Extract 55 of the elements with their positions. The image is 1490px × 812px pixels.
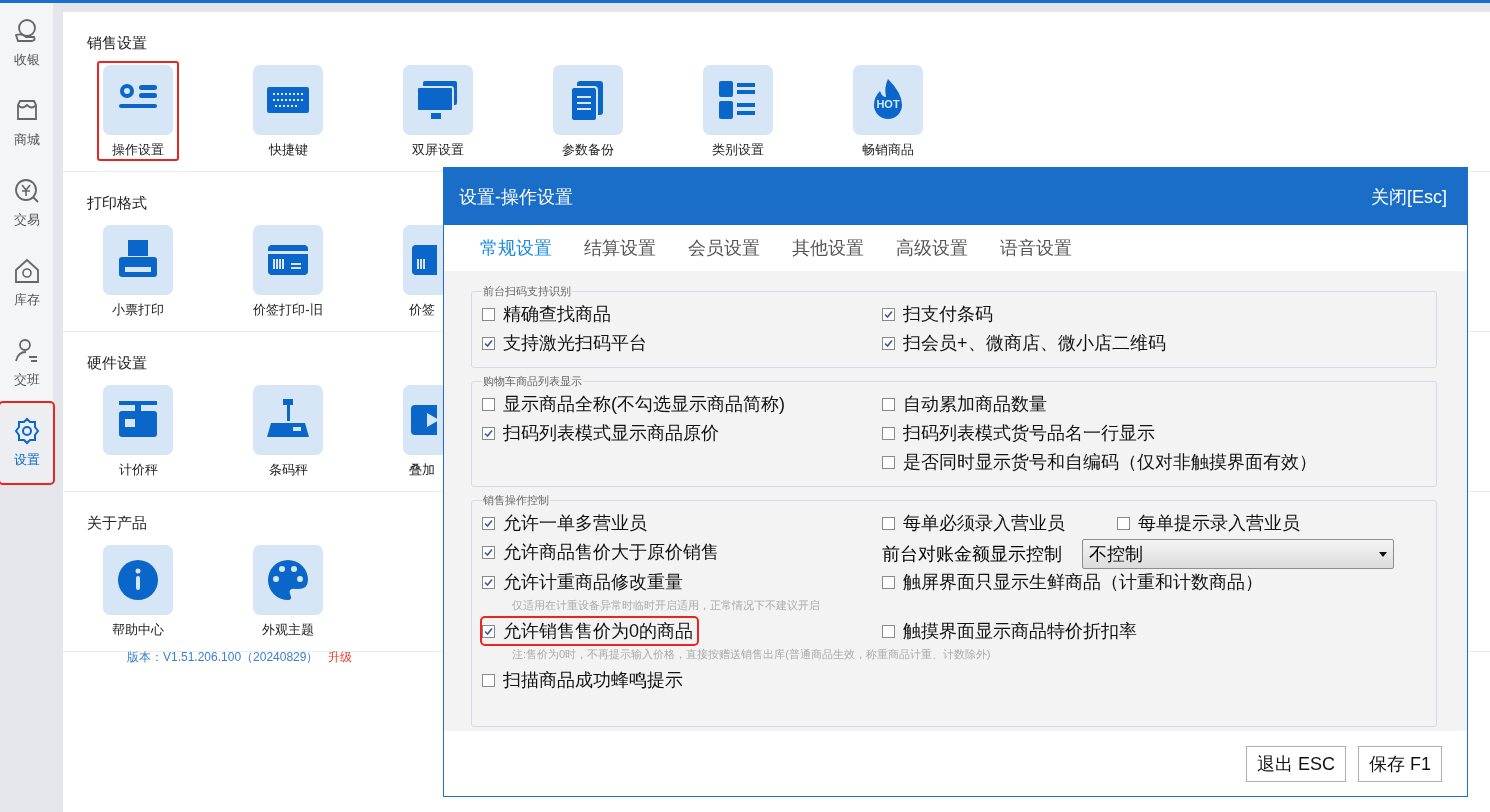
- check-icon: [484, 626, 493, 636]
- checkbox-option[interactable]: 触摸界面显示商品特价折扣率: [882, 618, 1141, 644]
- checkbox-option[interactable]: 自动累加商品数量: [882, 391, 1051, 417]
- checkbox-option[interactable]: 支持激光扫码平台: [482, 330, 651, 356]
- check-icon: [884, 338, 893, 348]
- check-icon: [484, 518, 493, 528]
- checkbox-option[interactable]: 扫描商品成功蜂鸣提示: [482, 667, 687, 693]
- sidebar-item[interactable]: 设置: [0, 403, 53, 483]
- tab[interactable]: 结算设置: [580, 236, 660, 260]
- checkbox-option[interactable]: 每单必须录入营业员: [882, 510, 1069, 536]
- hint-text: 注:售价为0时，不再提示输入价格，直接按赠送销售出库(普通商品生效，称重商品计重、计数除外): [512, 647, 991, 661]
- tile-icon: [411, 245, 437, 275]
- tab[interactable]: 高级设置: [892, 236, 972, 260]
- yuan-search-icon: [12, 177, 41, 205]
- checkbox-option[interactable]: 扫会员+、微商店、微小店二维码: [882, 330, 1170, 356]
- checkbox-option[interactable]: 是否同时显示货号和自编码（仅对非触摸界面有效）: [882, 449, 1321, 475]
- check-icon: [484, 428, 493, 438]
- version-text: 版本：V1.51.206.100（20240829）: [127, 649, 319, 666]
- checkbox-option[interactable]: 允许商品售价大于原价销售: [482, 539, 723, 565]
- checkbox-option[interactable]: 扫码列表模式货号品名一行显示: [882, 420, 1159, 446]
- section-title: 关于产品: [87, 514, 147, 533]
- checkbox-option[interactable]: 允许计重商品修改重量: [482, 569, 687, 595]
- check-icon: [484, 547, 493, 557]
- settings-tile[interactable]: 操作设置: [97, 61, 179, 161]
- tab[interactable]: 其他设置: [788, 236, 868, 260]
- checkbox-option[interactable]: 扫码列表模式显示商品原价: [482, 420, 723, 446]
- checkbox-option[interactable]: 允许销售售价为0的商品: [482, 618, 697, 644]
- checkbox-option[interactable]: 显示商品全称(不勾选显示商品简称): [482, 391, 789, 417]
- dropdown[interactable]: 不控制: [1082, 539, 1394, 569]
- tile-icon: [411, 405, 437, 435]
- checkbox-option[interactable]: 扫支付条码: [882, 301, 997, 327]
- upgrade-link[interactable]: 升级: [328, 649, 353, 666]
- checkbox-option[interactable]: 每单提示录入营业员: [1117, 510, 1304, 536]
- check-icon: [884, 309, 893, 319]
- select-label: 前台对账金额显示控制: [882, 543, 1062, 566]
- dialog-title: 设置-操作设置: [459, 185, 573, 209]
- checkbox-option[interactable]: 触屏界面只显示生鲜商品（计重和计数商品）: [882, 569, 1267, 595]
- checkbox-option[interactable]: 允许一单多营业员: [482, 510, 651, 536]
- dialog-button[interactable]: 退出 ESC: [1245, 745, 1346, 782]
- close-button[interactable]: 关闭[Esc]: [1371, 184, 1447, 209]
- checkbox-option[interactable]: 精确查找商品: [482, 301, 615, 327]
- house-search-icon: [12, 257, 41, 285]
- tab[interactable]: 常规设置: [476, 236, 556, 260]
- caret-icon: [1379, 551, 1387, 557]
- tab[interactable]: 语音设置: [996, 236, 1076, 260]
- check-icon: [484, 577, 493, 587]
- tab[interactable]: 会员设置: [684, 236, 764, 260]
- section-title: 销售设置: [87, 34, 147, 53]
- settings-icon: [12, 417, 41, 445]
- section-title: 打印格式: [87, 194, 147, 213]
- section-title: 硬件设置: [87, 354, 147, 373]
- option-group: 前台扫码支持识别 精确查找商品 扫支付条码 支持激光扫码平台 扫会员+、微商店、微小店二维码: [471, 284, 1437, 368]
- dialog-button[interactable]: 保存 F1: [1358, 745, 1442, 782]
- option-group: 购物车商品列表显示 显示商品全称(不勾选显示商品简称) 自动累加商品数量 扫码列表模式显示商品原价 扫码列表模式货号品名一行显示 是否同时显示货号和自编码（仅对非触摸界面有效）: [471, 374, 1437, 487]
- check-icon: [484, 338, 493, 348]
